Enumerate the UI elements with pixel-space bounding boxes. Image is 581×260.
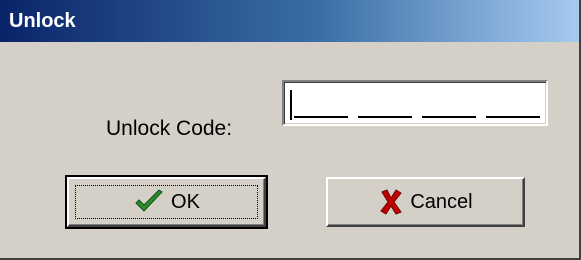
unlock-dialog: Unlock Unlock Code: OK Cancel	[0, 0, 581, 260]
title-bar[interactable]: Unlock	[0, 0, 579, 42]
unlock-code-field[interactable]	[282, 80, 548, 126]
ok-button[interactable]: OK	[65, 175, 268, 229]
code-segment	[422, 116, 476, 118]
code-segment	[358, 116, 412, 118]
unlock-code-label: Unlock Code:	[106, 117, 233, 140]
cancel-button[interactable]: Cancel	[326, 177, 525, 227]
checkmark-icon	[133, 188, 165, 216]
code-segment	[294, 116, 348, 118]
focus-rectangle	[75, 185, 258, 219]
code-segment	[486, 116, 540, 118]
cancel-button-label: Cancel	[410, 191, 473, 213]
x-icon	[378, 188, 404, 216]
code-input-mask	[294, 90, 540, 120]
window-title: Unlock	[9, 10, 76, 32]
text-caret	[290, 90, 292, 120]
ok-button-label: OK	[171, 191, 200, 213]
